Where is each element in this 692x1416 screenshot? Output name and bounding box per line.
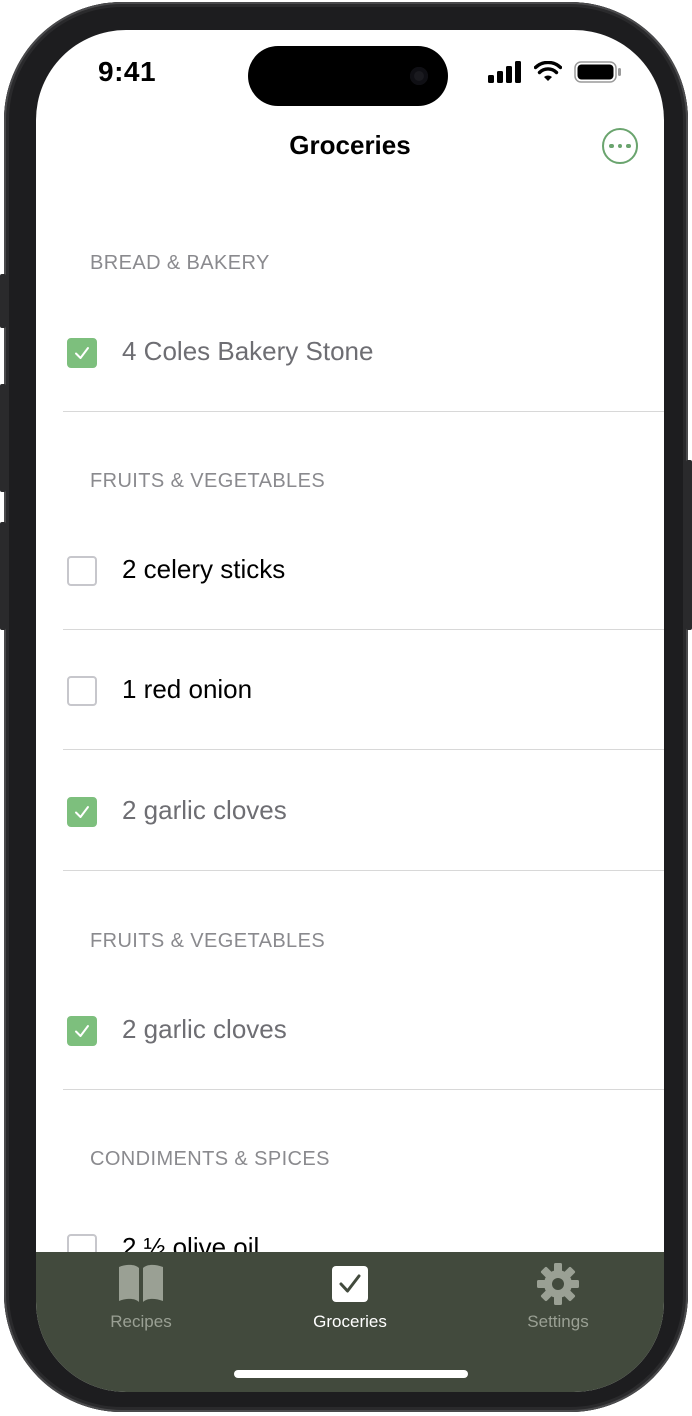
more-options-button[interactable] (602, 128, 638, 164)
checkmark-icon (75, 347, 89, 359)
tab-label: Recipes (110, 1312, 172, 1331)
item-label: 1 red onion (122, 674, 253, 704)
wifi-icon (534, 61, 562, 81)
tab-settings[interactable]: Settings (473, 1262, 643, 1332)
item-label: 2 garlic cloves (122, 1014, 287, 1044)
book-icon (119, 1264, 163, 1302)
ellipsis-circle-icon (609, 143, 614, 149)
list-item[interactable]: 2 garlic cloves (36, 970, 664, 1090)
section-header: FRUITS & VEGETABLES (90, 470, 326, 492)
checkbox[interactable] (67, 1016, 97, 1046)
list-item[interactable]: 4 Coles Bakery Stone (36, 292, 664, 412)
status-icons (488, 60, 622, 84)
phone-frame: 9:41 Groceries BREAD & BAKERY 4 Coles Ba… (0, 2, 692, 1412)
divider (63, 1089, 664, 1090)
volume-up-button (0, 384, 6, 492)
status-time: 9:41 (98, 56, 157, 87)
status-bar: 9:41 (36, 30, 664, 120)
volume-down-button (0, 522, 6, 630)
item-label: 2 celery sticks (122, 554, 286, 584)
item-label: 2 garlic cloves (122, 795, 287, 825)
divider (63, 411, 664, 412)
section-header: BREAD & BAKERY (90, 252, 270, 274)
checkbox[interactable] (67, 676, 97, 706)
divider (63, 749, 664, 750)
checkbox[interactable] (67, 556, 97, 586)
front-camera (410, 67, 428, 85)
section-header: CONDIMENTS & SPICES (90, 1148, 330, 1170)
page-title: Groceries (289, 130, 411, 160)
power-button (686, 460, 692, 630)
divider (63, 870, 664, 871)
battery-icon (574, 61, 621, 83)
cellular-signal-icon (488, 61, 521, 83)
list-item[interactable]: 2 celery sticks (36, 510, 664, 630)
section-header: FRUITS & VEGETABLES (90, 930, 326, 952)
tab-recipes[interactable]: Recipes (56, 1262, 226, 1332)
home-indicator[interactable] (234, 1370, 468, 1378)
checkbox[interactable] (67, 338, 97, 368)
list-item[interactable]: 1 red onion (36, 630, 664, 750)
checkbox-icon (332, 1266, 368, 1302)
action-button (0, 274, 6, 328)
checkbox[interactable] (67, 797, 97, 827)
checkmark-icon (75, 1025, 89, 1037)
tab-bar: Recipes Groceries Settings (36, 1252, 664, 1392)
dynamic-island (248, 46, 448, 106)
item-label: 4 Coles Bakery Stone (122, 336, 374, 366)
tab-label: Groceries (313, 1312, 387, 1331)
tab-groceries[interactable]: Groceries (265, 1262, 435, 1332)
list-item[interactable]: 2 garlic cloves (36, 751, 664, 871)
checkmark-icon (75, 806, 89, 818)
tab-label: Settings (527, 1312, 589, 1331)
screen: 9:41 Groceries BREAD & BAKERY 4 Coles Ba… (36, 30, 664, 1392)
gear-icon (537, 1263, 579, 1305)
